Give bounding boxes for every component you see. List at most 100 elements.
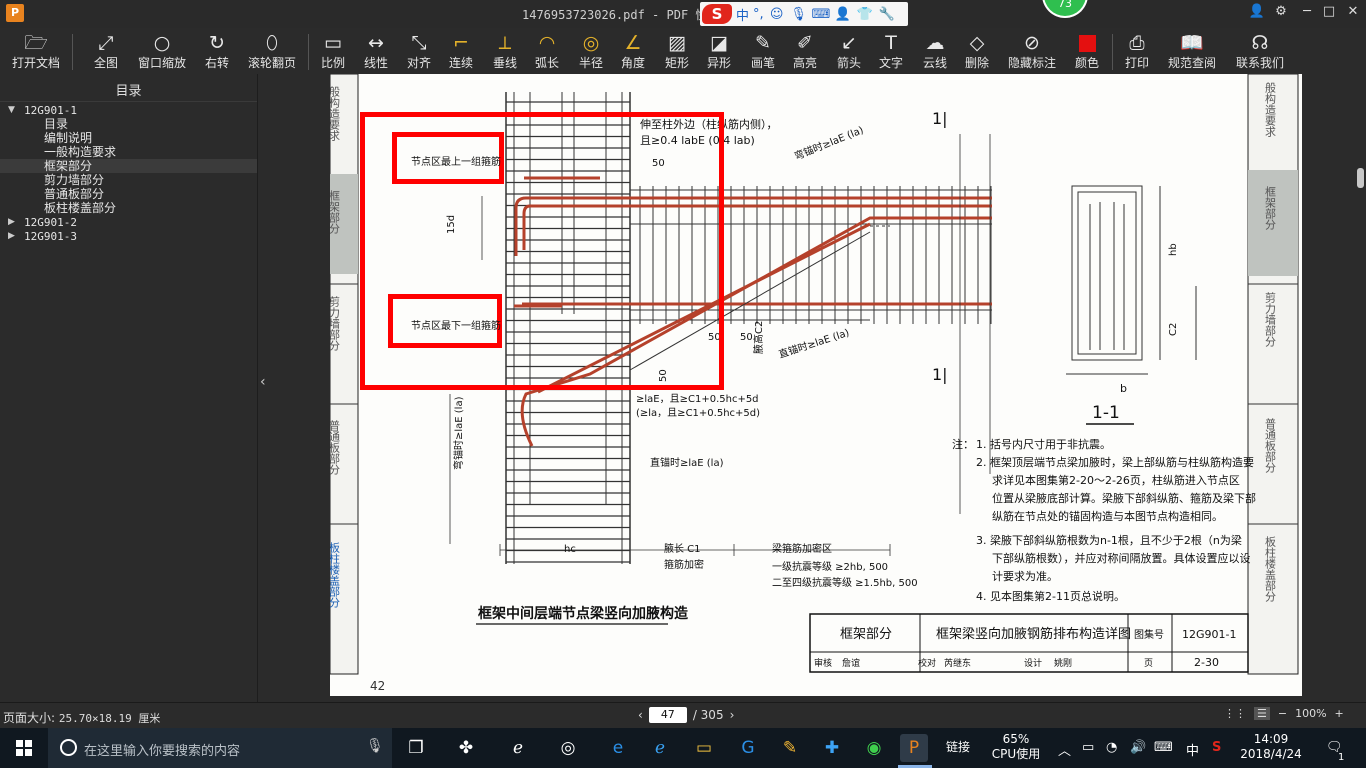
expanded-arrow-icon[interactable]: ▼ [8,103,15,117]
file-explorer-icon[interactable]: ▭ [690,734,718,762]
microphone-icon[interactable]: 🎙 [366,738,384,754]
fit-page-button[interactable]: ⤢ 全图 [86,30,126,72]
keyboard-icon[interactable]: ⌨ [812,7,831,22]
angle-button[interactable]: ∠ 角度 [616,30,650,72]
next-page-icon[interactable]: › [730,708,735,722]
delete-button[interactable]: ◇ 删除 [960,30,994,72]
window-zoom-button[interactable]: ○ 窗口缩放 [134,30,190,72]
scale-button[interactable]: ▭ 比例 [316,30,350,72]
sogou-tray-icon[interactable]: S [1212,740,1221,755]
tree-node-12g901-2[interactable]: ▶ 12G901-2 [0,215,257,229]
vertical-scrollbar[interactable] [1354,74,1366,702]
perpendicular-button[interactable]: ⟂ 垂线 [488,30,522,72]
start-button[interactable] [0,728,48,768]
tray-chevron-icon[interactable]: ︿ [1058,740,1071,759]
document-viewport[interactable]: 般构造要求 框架部分 剪力墙部分 普通板部分 板柱楼盖部分 般构造要求 框架部分… [272,74,1354,702]
radius-button[interactable]: ◎ 半径 [574,30,608,72]
sogou-logo-icon[interactable]: S [702,4,732,24]
open-document-button[interactable]: 🗁 打开文档 [8,30,64,72]
ie-icon[interactable]: ℯ [646,734,674,762]
minimize-button[interactable]: ─ [1296,4,1318,19]
continuous-button[interactable]: ⌐ 连续 [444,30,478,72]
color-button[interactable]: 颜色 [1070,30,1104,72]
pdf-viewer-taskbar-icon[interactable]: P [900,734,928,762]
settings-icon[interactable]: ⚙ [1270,4,1292,19]
print-button[interactable]: ⎙ 打印 [1120,30,1154,72]
arrow-button[interactable]: ↙ 箭头 [832,30,866,72]
linear-button[interactable]: ↔ 线性 [358,30,394,72]
task-view-icon[interactable]: ❐ [402,734,430,762]
sogou-browser-icon[interactable]: G [734,734,762,762]
titleblock-page-label: 页 [1144,658,1153,669]
speed-badge[interactable]: 73 [1042,0,1088,18]
pen-button[interactable]: ✎ 画笔 [746,30,780,72]
volume-icon[interactable]: 🔊 [1130,740,1146,755]
user-icon[interactable]: 👤 [834,7,852,22]
app-logo[interactable]: P [6,4,24,22]
annotation-rect-top[interactable]: 节点区最上一组箍筋 [392,132,504,184]
rotate-right-button[interactable]: ↻ 右转 [198,30,236,72]
taskbar-search[interactable]: 在这里输入你要搜索的内容 🎙 [48,728,392,768]
green-app-icon[interactable]: ◉ [860,734,888,762]
polygon-icon: ◪ [710,32,728,54]
swirl-app-icon[interactable]: ◎ [554,734,582,762]
contact-us-button[interactable]: ☊ 联系我们 [1232,30,1288,72]
ime-indicator[interactable]: 中 [1186,740,1199,759]
emoji-icon[interactable]: ☺ [768,7,786,22]
clock[interactable]: 14:09 2018/4/24 [1236,732,1306,762]
single-page-view-icon[interactable]: ⋮⋮ [1224,707,1246,720]
collapsed-arrow-icon[interactable]: ▶ [8,215,15,229]
wrench-icon[interactable]: 🔧 [878,7,896,22]
highlight-button[interactable]: ✐ 高亮 [788,30,822,72]
notes-app-icon[interactable]: ✎ [776,734,804,762]
sidebar-collapse-handle[interactable]: ‹ [258,74,272,702]
tree-item-notes[interactable]: 编制说明 [0,131,257,145]
text-button[interactable]: T 文字 [874,30,908,72]
skin-icon[interactable]: 👕 [856,7,874,22]
tree-item-slab[interactable]: 普通板部分 [0,187,257,201]
spec-lookup-button[interactable]: 📖 规范查阅 [1164,30,1220,72]
pinwheel-app-icon[interactable]: ✤ [452,734,480,762]
tree-item-frame[interactable]: 框架部分 [0,159,257,173]
battery-icon[interactable]: ▭ [1082,740,1094,755]
ime-toolbar[interactable]: S 中 °, ☺ 🎙 ⌨ 👤 👕 🔧 [700,2,908,26]
wifi-icon[interactable]: ◔ [1106,740,1117,755]
tree-node-12g901-3[interactable]: ▶ 12G901-3 [0,229,257,243]
keyboard-icon[interactable]: ⌨ [1154,740,1173,755]
ie-old-icon[interactable]: ℯ [504,734,532,762]
note-line-9: 4. 见本图集第2-11页总说明。 [976,589,1125,603]
zoom-out-button[interactable]: − [1278,707,1287,720]
titleblock-review: 审核 [814,657,832,669]
ime-language[interactable]: 中 [736,5,749,24]
ime-punctuation[interactable]: °, [753,7,764,22]
maximize-button[interactable]: □ [1318,4,1340,19]
tree-item-flatslab[interactable]: 板柱楼盖部分 [0,201,257,215]
polygon-button[interactable]: ◪ 异形 [702,30,736,72]
page-number-input[interactable]: 47 [648,707,687,723]
cloud-button[interactable]: ☁ 云线 [918,30,952,72]
cpu-usage[interactable]: 65% CPU使用 [988,732,1044,762]
tree-item-general[interactable]: 一般构造要求 [0,145,257,159]
wheel-page-button[interactable]: ⬯ 滚轮翻页 [244,30,300,72]
zoom-in-button[interactable]: + [1335,707,1344,720]
annotation-rect-bottom[interactable]: 节点区最下一组箍筋 [388,294,502,348]
arc-length-button[interactable]: ◠ 弧长 [530,30,564,72]
scrollbar-thumb[interactable] [1357,168,1364,188]
bluetooth-app-icon[interactable]: ✚ [818,734,846,762]
hide-annotations-button[interactable]: ⊘ 隐藏标注 [1004,30,1060,72]
continuous-view-icon[interactable]: ☰ [1254,707,1270,720]
close-button[interactable]: ✕ [1342,4,1364,19]
network-link-label[interactable]: 链接 [946,740,970,755]
chevron-left-icon[interactable]: ‹ [260,374,266,390]
tree-node-12g901-1[interactable]: ▼ 12G901-1 [0,103,257,117]
align-button[interactable]: ⤡ 对齐 [402,30,436,72]
user-icon[interactable]: 👤 [1246,4,1268,19]
tree-item-shearwall[interactable]: 剪力墙部分 [0,173,257,187]
edge-icon[interactable]: e [604,734,632,762]
zoom-level[interactable]: 100% [1295,707,1326,720]
collapsed-arrow-icon[interactable]: ▶ [8,229,15,243]
rectangle-button[interactable]: ▨ 矩形 [660,30,694,72]
tree-item-contents[interactable]: 目录 [0,117,257,131]
prev-page-icon[interactable]: ‹ [638,708,643,722]
microphone-icon[interactable]: 🎙 [790,7,808,22]
